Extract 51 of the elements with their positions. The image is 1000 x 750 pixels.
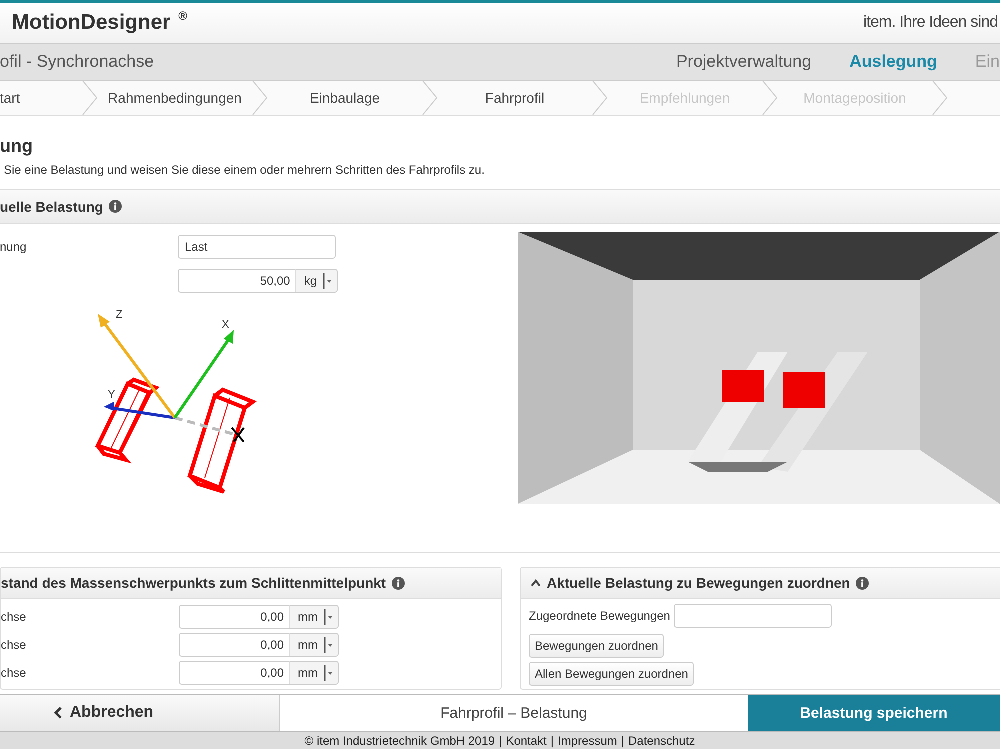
wizard-step[interactable]: tart [0, 90, 20, 106]
dropdown-caret-icon[interactable] [324, 636, 334, 654]
text-field[interactable]: Last [178, 235, 336, 259]
section-title: Aktuelle Belastung zu Bewegungen zuordnen [547, 575, 850, 591]
wizard-step[interactable]: Einbaulage [310, 90, 380, 106]
unit-select[interactable]: mm [289, 633, 339, 657]
coordinate-axes-drawing: Z X Y [80, 306, 300, 506]
save-button[interactable]: Belastung speichern [748, 695, 1000, 731]
page-title: Fahrprofil – Belastung [440, 704, 588, 722]
wizard-step[interactable]: Rahmenbedingungen [108, 90, 242, 106]
app-logo: MotionDesigner [12, 11, 171, 35]
info-icon[interactable] [109, 200, 122, 213]
section-title: uelle Belastung [0, 198, 104, 214]
separator: | [499, 734, 502, 748]
footer-link[interactable]: Datenschutz [628, 734, 696, 748]
section-title: stand des Massenschwerpunkts zum Schlittenmittelpunkt [1, 575, 386, 591]
dropdown-caret-icon[interactable] [324, 608, 334, 626]
slogan: item. Ihre Ideen sind [864, 14, 999, 32]
page-heading: ung [0, 135, 34, 158]
field-label: chse [1, 610, 28, 624]
dropdown-caret-icon[interactable] [324, 664, 334, 682]
field-label: Zugeordnete Bewegungen [529, 609, 670, 623]
trademark-sign: ® [178, 9, 188, 23]
cancel-button[interactable]: Abbrechen [0, 695, 280, 731]
field-label: nung [0, 240, 28, 254]
project-title: ofil - Synchronachse [0, 52, 154, 72]
footer-link[interactable]: Kontakt [506, 734, 547, 748]
intro-text: Sie eine Belastung und weisen Sie diese einem oder mehrern Schritten des Fahrprofils zu. [4, 163, 486, 177]
field-label: chse [1, 638, 28, 652]
number-field[interactable]: 0,00 [179, 661, 289, 685]
text-field[interactable] [674, 604, 832, 628]
number-field[interactable]: 50,00 [178, 269, 296, 293]
unit-select[interactable]: mm [289, 661, 339, 685]
number-field[interactable]: 0,00 [179, 633, 289, 657]
separator: | [550, 734, 554, 748]
copyright-text: © item Industrietechnik GmbH 2019 [304, 734, 496, 748]
info-icon[interactable] [392, 576, 406, 590]
info-icon[interactable] [856, 576, 870, 590]
nav-tab[interactable]: Projektverwaltung [676, 52, 812, 72]
number-field[interactable]: 0,00 [179, 605, 289, 629]
footer-link[interactable]: Impressum [558, 734, 618, 748]
chevron-left-icon [54, 707, 62, 719]
separator: | [621, 734, 624, 748]
unit-select[interactable]: kg [295, 269, 338, 293]
dropdown-caret-icon[interactable] [323, 272, 333, 290]
unit-select[interactable]: mm [289, 605, 339, 629]
collapse-chevron-icon[interactable] [531, 579, 541, 587]
assign-button[interactable]: Bewegungen zuordnen [529, 634, 664, 658]
field-label: chse [1, 666, 28, 680]
assign-button[interactable]: Allen Bewegungen zuordnen [529, 662, 694, 686]
wizard-step[interactable]: Fahrprofil [485, 90, 545, 106]
